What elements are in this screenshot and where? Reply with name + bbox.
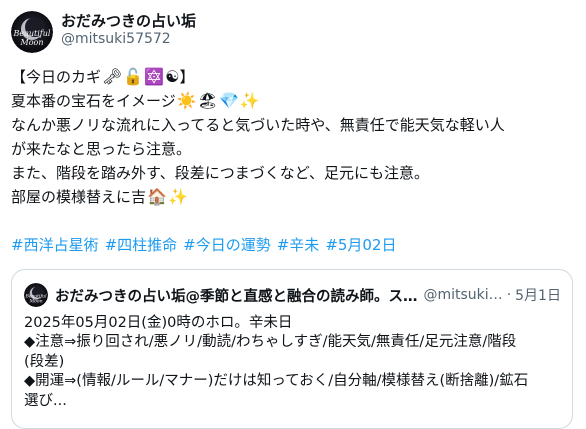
quoted-line: 2025年05月02日(金)0時のホロ。辛未日 [24, 315, 293, 331]
tweet-text: 【今日のカギ🗝🔓🔯☯】 夏本番の宝石をイメージ☀️🏖💎✨ なんか悪ノリな流れに入… [11, 65, 571, 209]
yin-yang-icon: ☯ [165, 67, 180, 86]
moon-avatar-image: Beautiful Moon [24, 283, 48, 307]
quoted-tweet-date[interactable]: 5月1日 [515, 285, 561, 305]
hashtag-link[interactable]: #今日の運勢 [183, 236, 271, 254]
tweet-line: が来たなと思ったら注意。 [11, 140, 192, 158]
quoted-author-name[interactable]: おだみつきの占い垢@季節と直感と融合の読み師。ス… [55, 285, 418, 306]
sparkles-icon: ✨ [167, 187, 188, 206]
quoted-tweet-card[interactable]: Beautiful Moon おだみつきの占い垢@季節と直感と融合の読み師。ス…… [11, 269, 573, 429]
tweet-line: 【今日のカギ🗝🔓🔯☯】 [11, 67, 195, 86]
beach-umbrella-icon: 🏖 [197, 91, 218, 110]
hashtag-link[interactable]: #西洋占星術 [11, 236, 99, 254]
quoted-line: 選び... [24, 392, 67, 409]
sun-icon: ☀️ [176, 91, 197, 110]
gem-icon: 💎 [218, 91, 239, 110]
quoted-line: ◆開運⇒(情報/ルール/マナー)だけは知っておく/自分軸/模様替え(断捨離)/鉱… [24, 373, 529, 390]
quoted-tweet-text: 2025年05月02日(金)0時のホロ。辛未日 ◆注意⇒振り回され/悪ノリ/動読… [24, 314, 564, 411]
unlocked-padlock-icon: 🔓 [123, 67, 144, 86]
hashtag-link[interactable]: #四柱推命 [105, 236, 178, 254]
tweet-line: 夏本番の宝石をイメージ☀️🏖💎✨ [11, 91, 260, 110]
tweet-line: 部屋の模様替えに吉🏠✨ [11, 187, 188, 206]
svg-text:Beautiful: Beautiful [24, 293, 47, 299]
author-handle[interactable]: @mitsuki57572 [61, 31, 171, 47]
tweet-line: また、階段を踏み外す、段差につまづくなど、足元にも注意。 [11, 164, 430, 182]
quoted-author-avatar[interactable]: Beautiful Moon [24, 283, 48, 307]
svg-text:Moon: Moon [20, 38, 44, 47]
dot-separator: · [506, 287, 512, 303]
author-avatar[interactable]: Beautiful Moon [11, 11, 53, 53]
moon-avatar-image: Beautiful Moon [11, 11, 53, 53]
author-name-row: おだみつきの占い垢 [61, 10, 196, 30]
author-display-name[interactable]: おだみつきの占い垢 [61, 10, 196, 31]
hashtag-link[interactable]: #辛未 [277, 236, 320, 254]
quoted-line: (段差) [24, 353, 65, 370]
sparkles-icon: ✨ [239, 91, 260, 110]
svg-text:Beautiful: Beautiful [13, 29, 51, 38]
star-of-david-icon: 🔯 [144, 67, 165, 86]
svg-text:Moon: Moon [28, 298, 42, 304]
house-icon: 🏠 [147, 187, 167, 206]
quoted-tweet-header: おだみつきの占い垢@季節と直感と融合の読み師。ス… @mitsuki… · 5月… [55, 284, 565, 306]
hashtag-list: #西洋占星術 #四柱推命 #今日の運勢 #辛未 #5月02日 [11, 234, 403, 256]
hashtag-link[interactable]: #5月02日 [325, 236, 396, 254]
old-key-icon: 🗝 [102, 67, 123, 86]
quoted-author-handle[interactable]: @mitsuki… [424, 287, 503, 303]
quoted-line: ◆注意⇒振り回され/悪ノリ/動読/わちゃしすぎ/能天気/無責任/足元注意/階段 [24, 334, 517, 351]
tweet-line: なんか悪ノリな流れに入ってると気づいた時や、無責任で能天気な軽い人 [11, 116, 505, 134]
